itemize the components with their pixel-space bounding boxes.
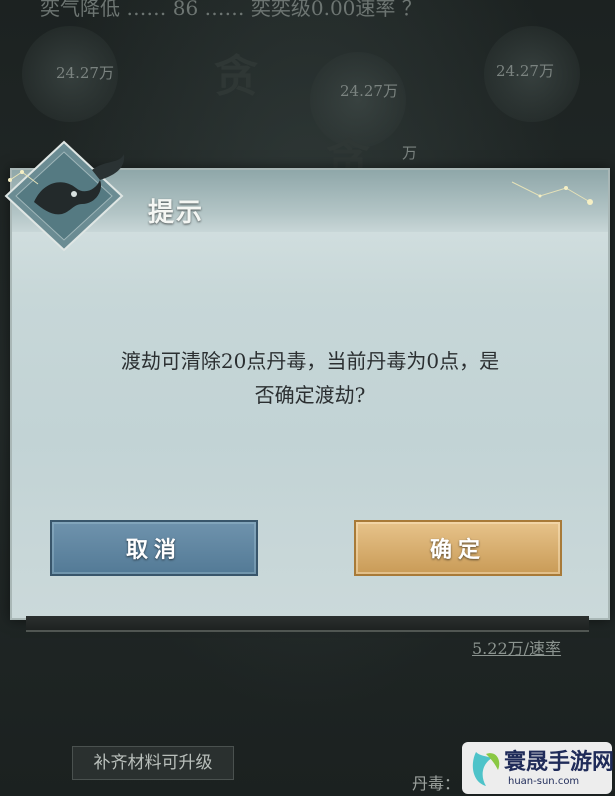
confirm-button[interactable]: 确定 — [354, 520, 562, 576]
dialog-title: 提示 — [148, 198, 205, 228]
dialog-message-line: 渡劫可清除20点丹毒，当前丹毒为0点，是 — [120, 349, 500, 373]
background-value: 万 — [402, 144, 418, 162]
watermark-name: 寰晟手游网 — [504, 750, 615, 775]
background-value: 24.27万 — [496, 62, 554, 80]
constellation-decoration-icon — [511, 181, 593, 205]
background-value: 24.27万 — [56, 64, 114, 82]
background-bottom-text: 丹毒： — [412, 774, 461, 793]
dialog-message: 渡劫可清除20点丹毒，当前丹毒为0点，是 否确定渡劫? — [60, 344, 560, 412]
watermark-url: huan-sun.com — [508, 776, 580, 787]
background-rate-note: 5.22万/速率 — [472, 639, 562, 658]
upgrade-badge[interactable]: 补齐材料可升级 — [72, 746, 234, 780]
background-value: 24.27万 — [340, 82, 398, 100]
background-top-line: 奕气降低 …… 86 …… 奕奕级0.00速率 ？ — [40, 0, 422, 20]
cancel-button[interactable]: 取消 — [50, 520, 258, 576]
constellation-decoration-icon — [8, 170, 39, 185]
background-glyph: 贪 — [214, 51, 258, 102]
dialog-message-line: 否确定渡劫? — [254, 383, 366, 407]
dialog-base-frame — [26, 616, 589, 632]
